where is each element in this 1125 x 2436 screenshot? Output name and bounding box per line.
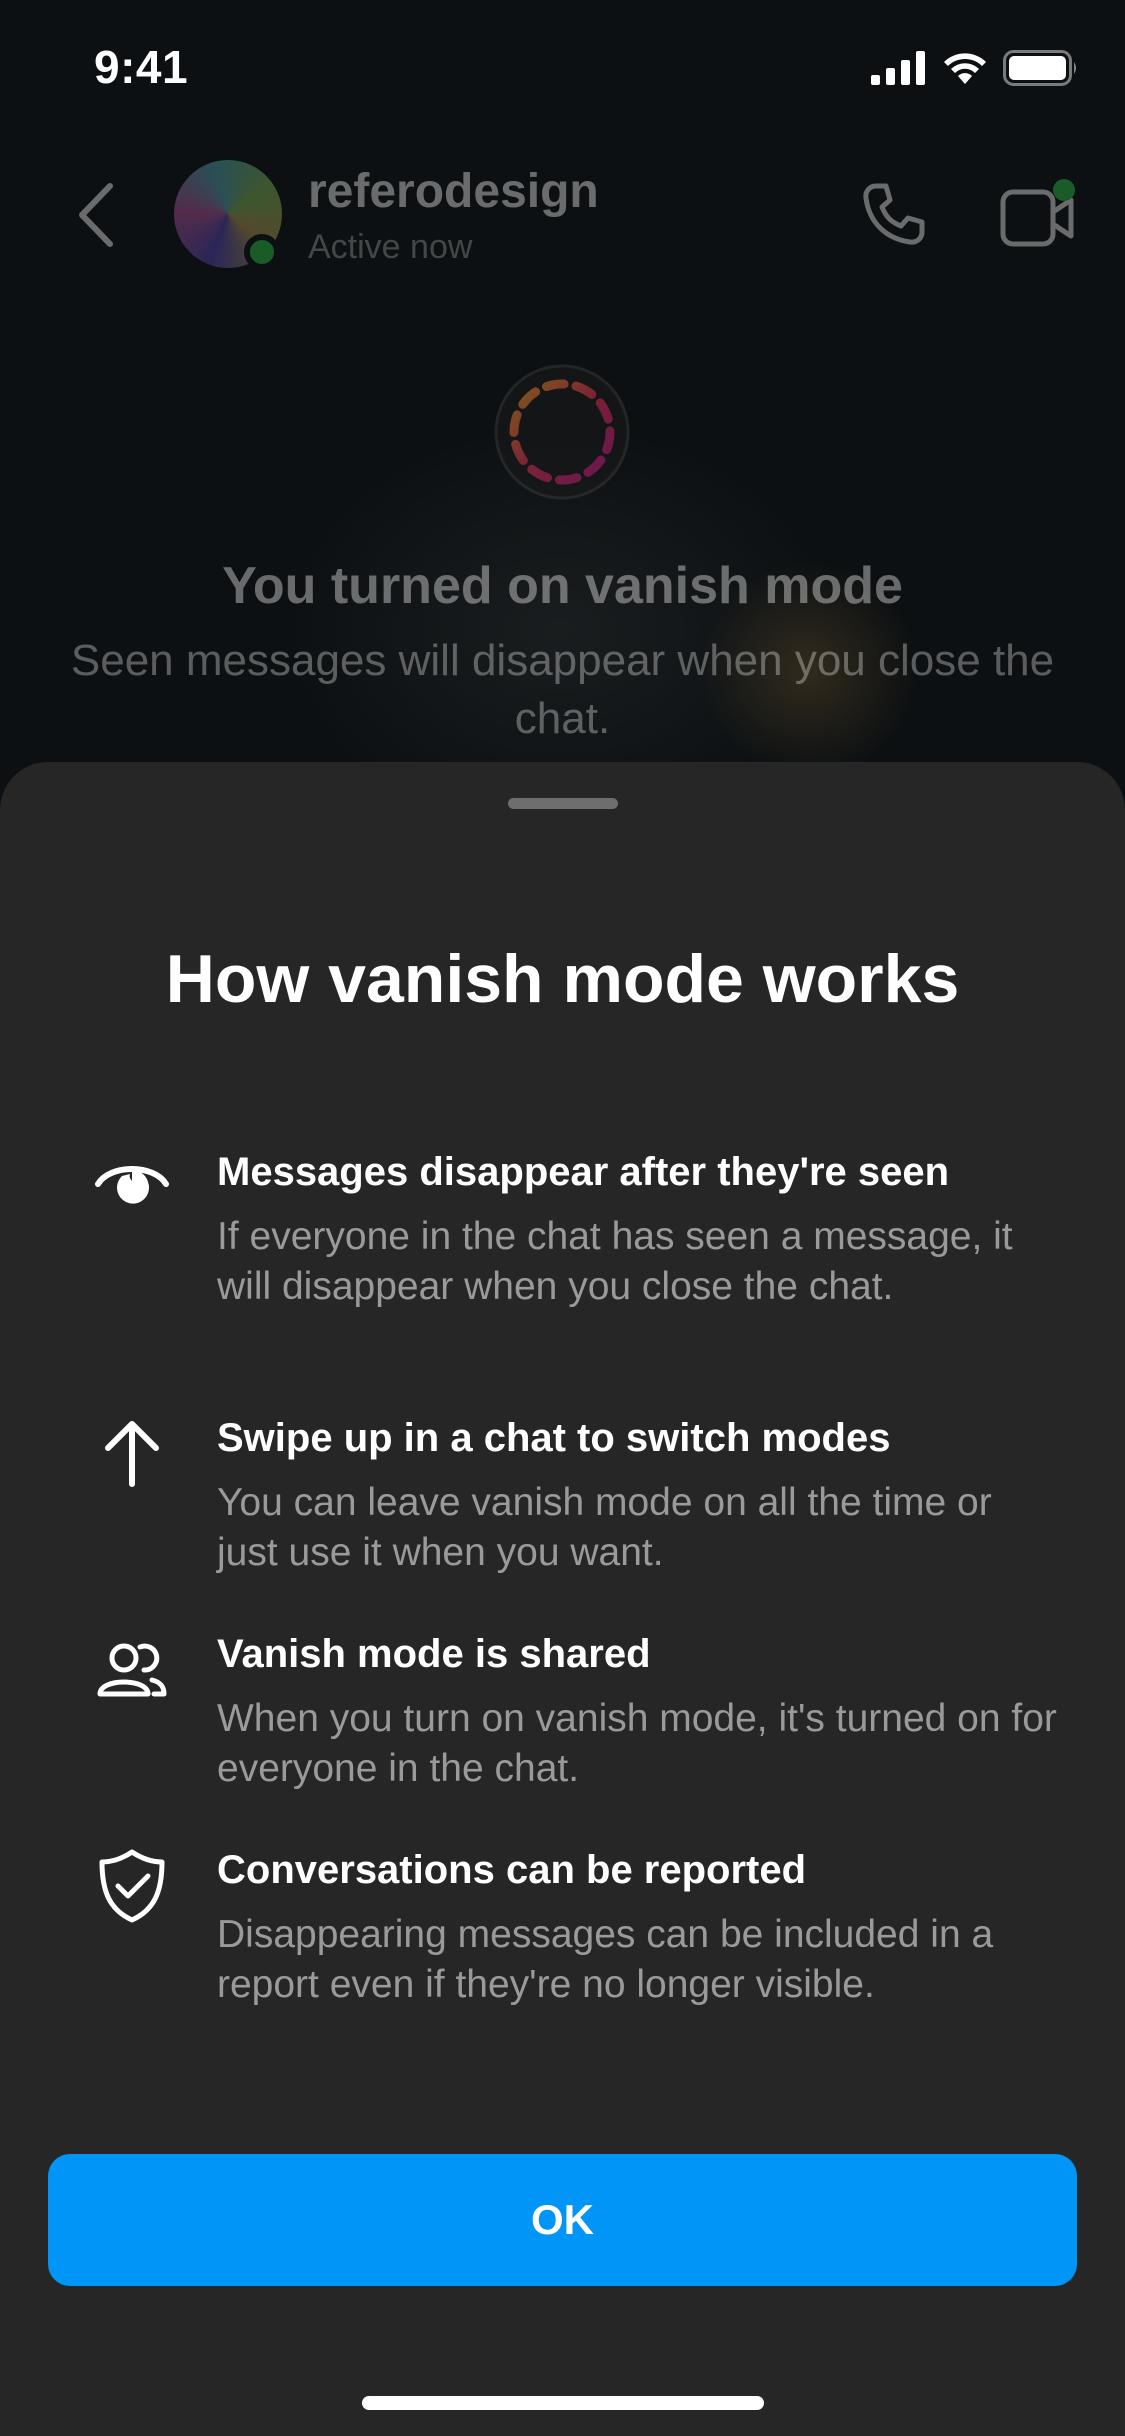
screen: 9:41 referodesign Active now You turned … (0, 0, 1125, 2436)
feature-title: Messages disappear after they're seen (217, 1150, 950, 1194)
status-bar: 9:41 (0, 0, 1125, 140)
battery-icon (1003, 50, 1076, 86)
feature-title: Swipe up in a chat to switch modes (217, 1416, 891, 1460)
video-call-icon[interactable] (998, 176, 1078, 252)
vanish-mode-ring-icon (494, 364, 630, 500)
ok-button[interactable]: OK (48, 2154, 1077, 2286)
wifi-icon (944, 53, 986, 84)
vanish-notice-title: You turned on vanish mode (222, 557, 903, 615)
feature-title: Vanish mode is shared (217, 1632, 651, 1676)
home-indicator (362, 2396, 764, 2410)
arrow-up-icon (105, 1421, 159, 1487)
status-time: 9:41 (94, 41, 189, 93)
people-icon (97, 1643, 167, 1697)
chat-header: referodesign Active now (0, 150, 1125, 280)
contact-name[interactable]: referodesign (308, 164, 599, 219)
vanish-mode-info-sheet: How vanish mode works Messages disappear… (0, 762, 1125, 2436)
contact-status: Active now (308, 228, 473, 266)
cellular-signal-icon (871, 51, 925, 85)
vanish-notice-description: Seen messages will disappear when you cl… (70, 636, 1055, 743)
feature-description: When you turn on vanish mode, it's turne… (217, 1697, 1057, 1790)
sheet-grabber[interactable] (508, 798, 618, 809)
feature-description: If everyone in the chat has seen a messa… (217, 1215, 1013, 1308)
back-icon[interactable] (66, 180, 126, 250)
feature-description: You can leave vanish mode on all the tim… (217, 1481, 992, 1574)
phone-call-icon[interactable] (858, 180, 928, 250)
online-status-dot (244, 234, 280, 270)
feature-title: Conversations can be reported (217, 1848, 807, 1892)
eye-half-icon (95, 1166, 169, 1204)
feature-description: Disappearing messages can be included in… (217, 1913, 994, 2006)
status-icons (871, 50, 1079, 86)
shield-check-icon (99, 1849, 165, 1923)
sheet-title: How vanish mode works (165, 941, 960, 1017)
